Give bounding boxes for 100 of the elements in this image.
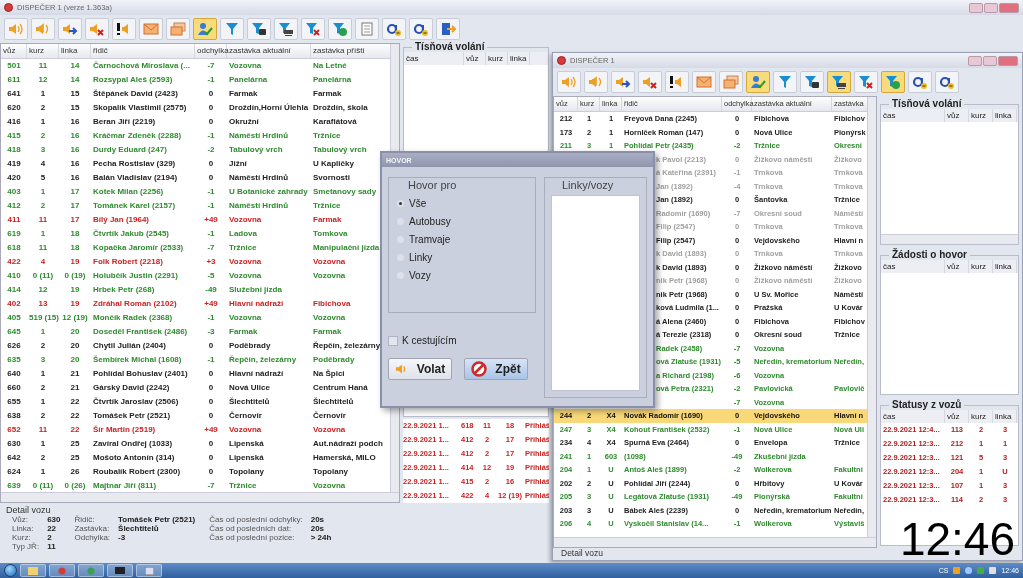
toolbar-button[interactable]	[800, 71, 824, 93]
toolbar-button[interactable]	[665, 71, 689, 93]
table-cell-text: 17	[69, 200, 81, 212]
scrollbar[interactable]	[867, 97, 876, 537]
table-cell-text: 1	[39, 228, 47, 240]
maximize-button[interactable]	[983, 55, 997, 66]
toolbar-button[interactable]	[827, 71, 851, 93]
table-cell-text: Šlechtitelů	[228, 396, 271, 408]
table-cell-text: Hlavní nádraží	[228, 298, 285, 310]
table-cell-text: Vozovna	[312, 312, 347, 324]
filter-cross-icon	[305, 21, 321, 37]
table-cell-text: 2	[39, 410, 47, 422]
table-cell-text: 0	[207, 368, 215, 380]
close-button[interactable]	[998, 55, 1018, 66]
toolbar-button[interactable]	[247, 18, 271, 40]
table-cell-text: Fibichova	[312, 298, 352, 310]
radio-option[interactable]: Tramvaje	[397, 234, 527, 245]
speaker-cross-icon	[89, 21, 105, 37]
toolbar-button[interactable]	[274, 18, 298, 40]
table-cell-text: Panelárna	[228, 74, 269, 86]
table-cell-text: Tržnice	[312, 200, 342, 212]
column-header[interactable]: linka	[59, 44, 91, 58]
maximize-button[interactable]	[984, 2, 998, 13]
table-cell-text: 402	[6, 298, 22, 310]
table-cell-text: 0	[207, 116, 215, 128]
minimize-button[interactable]	[969, 2, 983, 13]
table-cell-text: 0	[207, 340, 215, 352]
field-value: 630	[47, 515, 61, 524]
table-cell-text: 1	[39, 186, 47, 198]
table-cell-text: 19	[69, 298, 81, 310]
scrollbar[interactable]	[1, 492, 399, 502]
toolbar-button[interactable]	[382, 18, 406, 40]
table-cell-text: -49	[204, 284, 218, 296]
table-cell-text: 0	[207, 438, 215, 450]
checkbox-option[interactable]: K cestujícím	[388, 335, 457, 346]
table-cell-text: Lipenská	[228, 452, 265, 464]
call-button[interactable]: Volat	[388, 358, 452, 380]
radio-option[interactable]: Linky	[397, 252, 527, 263]
toolbar-button[interactable]	[112, 18, 136, 40]
table-cell-text: 18	[69, 228, 81, 240]
table-cell-text: 418	[6, 144, 22, 156]
radio-option[interactable]: Vše	[397, 198, 527, 209]
radio-option[interactable]: Vozy	[397, 270, 527, 281]
close-button[interactable]	[999, 2, 1019, 13]
radio-option[interactable]: Autobusy	[397, 216, 527, 227]
table-cell-text: 660	[6, 382, 22, 394]
table-cell-text: Balán Vladislav (2194)	[92, 172, 179, 184]
column-header[interactable]: kurz	[969, 259, 993, 273]
column-header[interactable]: vůz	[1, 44, 27, 58]
speaker-icon	[8, 21, 24, 37]
table-cell-text: 0	[207, 382, 215, 394]
checkbox[interactable]	[388, 335, 398, 346]
start-button[interactable]	[4, 564, 17, 577]
scrollbar[interactable]	[554, 537, 876, 547]
table-cell-text: 642	[6, 452, 22, 464]
column-header[interactable]: zastávka aktuální	[227, 44, 311, 58]
column-header[interactable]: řidič	[91, 44, 195, 58]
text-size-icon	[413, 21, 429, 37]
table-cell-text: Náměstí Hrdinů	[228, 172, 290, 184]
table-cell-text: 22	[69, 410, 81, 422]
table-cell-text: 405	[6, 312, 22, 324]
network-icon[interactable]	[965, 567, 973, 574]
table-cell-text: 14	[69, 74, 81, 86]
table-cell-text: 0	[207, 88, 215, 100]
table-cell-text: 0	[207, 452, 215, 464]
list-box[interactable]	[551, 195, 640, 391]
table-cell-text: +49	[203, 424, 219, 436]
field-value: -3	[118, 533, 127, 542]
table-cell-text: Tabulový vrch	[228, 144, 284, 156]
toolbar-button[interactable]	[935, 71, 959, 93]
radio-button[interactable]	[397, 200, 404, 207]
table-cell-text: Čtvrtík Jakub (2545)	[92, 228, 171, 240]
table-cell-text: Pecha Rostislav (329)	[92, 158, 177, 170]
table-cell-text: Gárský David (2242)	[92, 382, 171, 394]
column-header[interactable]: čas	[881, 259, 945, 273]
table-cell-text: 619	[6, 228, 22, 240]
table-cell-text: 12	[37, 284, 49, 296]
toolbar-button[interactable]	[409, 18, 433, 40]
minimize-button[interactable]	[968, 55, 982, 66]
no-entry-icon	[471, 361, 488, 377]
column-header[interactable]: linka	[993, 259, 1017, 273]
toolbar-button[interactable]	[908, 71, 932, 93]
table-cell-text: Svornosti	[312, 172, 351, 184]
column-header[interactable]: kurz	[27, 44, 59, 58]
table-cell-text: -3	[206, 326, 216, 338]
table-cell-text: Smetanovy sady	[312, 186, 378, 198]
column-header[interactable]: vůz	[945, 259, 969, 273]
envelopes-icon	[723, 74, 739, 90]
envelope-icon	[696, 74, 712, 90]
table-cell-text: +49	[203, 298, 219, 310]
volume-icon[interactable]	[953, 567, 961, 574]
table-cell-text: -1	[206, 228, 216, 240]
table-cell-text: 3	[39, 354, 47, 366]
taskbar-app[interactable]	[107, 564, 133, 577]
back-button[interactable]: Zpět	[464, 358, 528, 380]
table-cell-text: Štěpánek David (2423)	[92, 88, 179, 100]
scrollbar[interactable]	[881, 233, 1018, 244]
panel-title: Žádosti o hovor	[889, 248, 970, 260]
table-cell-text: Poděbrady	[228, 340, 272, 352]
table-cell-text: Mončík Radek (2368)	[92, 312, 174, 324]
